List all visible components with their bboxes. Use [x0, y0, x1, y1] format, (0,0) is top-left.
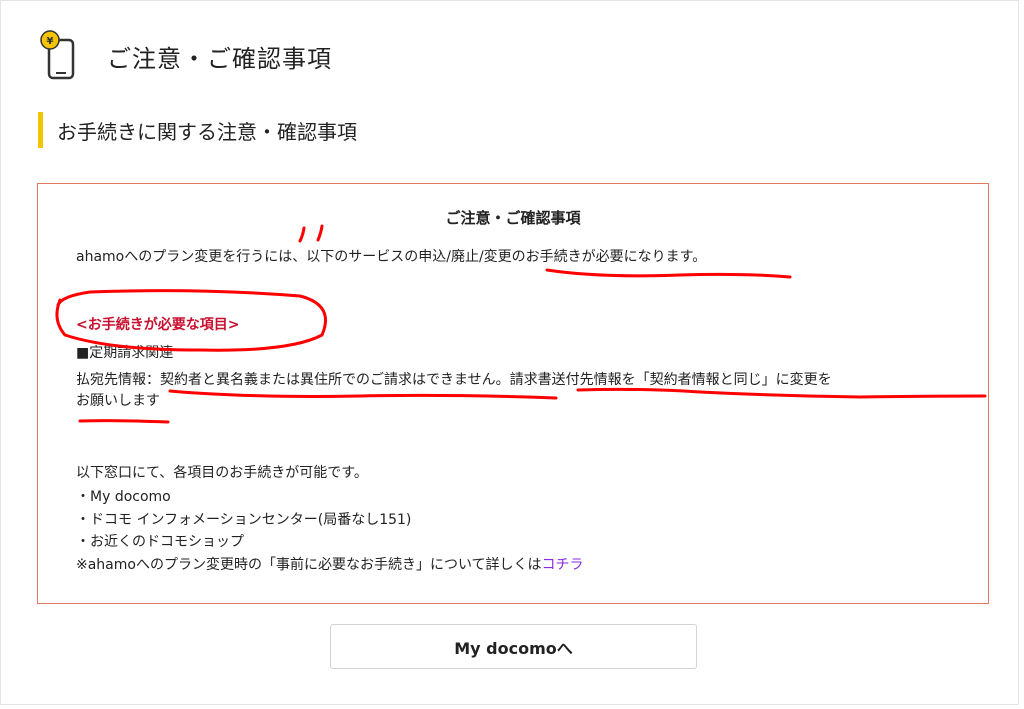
notice-heading: ご注意・ご確認事項 — [445, 209, 581, 227]
window-item-info-center: ・ドコモ インフォメーションセンター(局番なし151) — [76, 512, 412, 528]
payer-info-line-1: 払宛先情報：契約者と異名義または異住所でのご請求はできません。請求書送付先情報を… — [76, 372, 832, 388]
page-title: ご注意・ご確認事項 — [107, 44, 332, 73]
notice-intro: ahamoへのプラン変更を行うには、以下のサービスの申込/廃止/変更のお手続きが… — [76, 249, 707, 265]
note-link[interactable]: コチラ — [542, 557, 584, 573]
window-item-my-docomo: ・My docomo — [76, 489, 171, 505]
my-docomo-button[interactable]: My docomoへ — [330, 624, 697, 669]
section-accent-bar — [38, 112, 43, 148]
window-intro: 以下窓口にて、各項目のお手続きが可能です。 — [76, 465, 368, 481]
page: ¥ ご注意・ご確認事項 お手続きに関する注意・確認事項 ご注意・ご確認事項 ah… — [0, 0, 1024, 709]
notice-box: ご注意・ご確認事項 ahamoへのプラン変更を行うには、以下のサービスの申込/廃… — [37, 183, 989, 604]
section-header: お手続きに関する注意・確認事項 — [38, 112, 357, 148]
category-label: ■定期請求関連 — [76, 345, 174, 361]
yen-phone-icon: ¥ — [39, 30, 79, 82]
section-title: お手続きに関する注意・確認事項 — [57, 119, 357, 144]
note-text: ※ahamoへのプラン変更時の「事前に必要なお手続き」について詳しくは — [76, 557, 542, 573]
page-header: ¥ ご注意・ご確認事項 — [39, 30, 332, 82]
svg-text:¥: ¥ — [47, 36, 54, 47]
window-item-docomo-shop: ・お近くのドコモショップ — [76, 534, 244, 550]
required-items-label: <お手続きが必要な項目> — [76, 317, 240, 333]
payer-info-line-2: お願いします — [76, 393, 160, 409]
note-line: ※ahamoへのプラン変更時の「事前に必要なお手続き」について詳しくはコチラ — [76, 554, 584, 574]
